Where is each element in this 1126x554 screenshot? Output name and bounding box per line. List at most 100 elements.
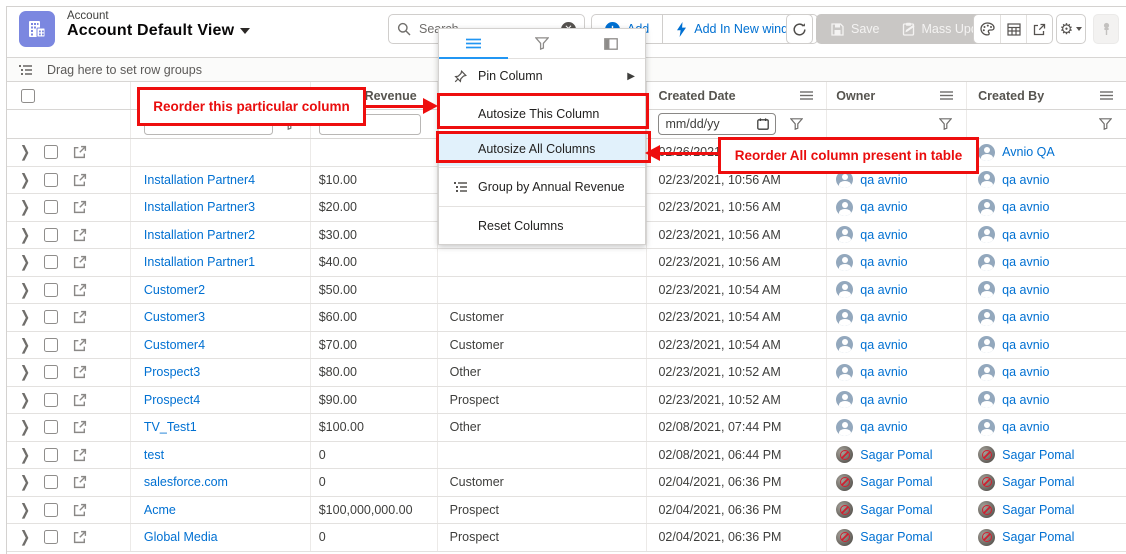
row-checkbox[interactable]: [44, 283, 58, 297]
tab-columns[interactable]: [576, 29, 645, 58]
open-record-icon[interactable]: [73, 420, 87, 434]
open-record-icon[interactable]: [73, 393, 87, 407]
owner-link[interactable]: Sagar Pomal: [860, 530, 932, 544]
owner-link[interactable]: qa avnio: [860, 393, 907, 407]
owner-link[interactable]: qa avnio: [860, 365, 907, 379]
filter-funnel-icon[interactable]: [939, 118, 952, 130]
row-checkbox[interactable]: [44, 200, 58, 214]
account-name-link[interactable]: Prospect4: [144, 393, 200, 407]
row-checkbox[interactable]: [44, 448, 58, 462]
owner-link[interactable]: qa avnio: [860, 173, 907, 187]
column-menu-icon[interactable]: [1100, 91, 1113, 100]
pin-toolbar-button[interactable]: [1093, 14, 1119, 44]
account-name-link[interactable]: Installation Partner2: [144, 228, 255, 242]
expand-chevron-icon[interactable]: ❯: [20, 171, 30, 189]
owner-link[interactable]: qa avnio: [860, 310, 907, 324]
row-checkbox[interactable]: [44, 393, 58, 407]
refresh-button[interactable]: [786, 14, 813, 44]
menu-item-reset-columns[interactable]: Reset Columns: [439, 208, 645, 244]
column-header-created-date[interactable]: Created Date: [647, 82, 827, 109]
created-by-link[interactable]: qa avnio: [1002, 173, 1049, 187]
created-by-link[interactable]: qa avnio: [1002, 393, 1049, 407]
created-by-link[interactable]: Sagar Pomal: [1002, 448, 1074, 462]
column-header-created-by[interactable]: Created By: [967, 82, 1126, 109]
row-checkbox[interactable]: [44, 228, 58, 242]
expand-chevron-icon[interactable]: ❯: [20, 281, 30, 299]
owner-link[interactable]: qa avnio: [860, 200, 907, 214]
row-checkbox[interactable]: [44, 173, 58, 187]
menu-item-group-by-annual-revenue[interactable]: Group by Annual Revenue: [439, 169, 645, 205]
open-record-icon[interactable]: [73, 228, 87, 242]
open-record-icon[interactable]: [73, 503, 87, 517]
owner-link[interactable]: qa avnio: [860, 338, 907, 352]
open-record-icon[interactable]: [73, 448, 87, 462]
column-header-owner[interactable]: Owner: [827, 82, 967, 109]
open-record-icon[interactable]: [73, 145, 87, 159]
created-by-link[interactable]: qa avnio: [1002, 310, 1049, 324]
owner-link[interactable]: Sagar Pomal: [860, 448, 932, 462]
view-selector[interactable]: Account Default View: [67, 22, 250, 40]
created-by-link[interactable]: qa avnio: [1002, 420, 1049, 434]
owner-link[interactable]: qa avnio: [860, 283, 907, 297]
created-by-link[interactable]: qa avnio: [1002, 200, 1049, 214]
row-checkbox[interactable]: [44, 338, 58, 352]
expand-chevron-icon[interactable]: ❯: [20, 501, 30, 519]
open-record-icon[interactable]: [73, 530, 87, 544]
expand-chevron-icon[interactable]: ❯: [20, 253, 30, 271]
owner-link[interactable]: qa avnio: [860, 255, 907, 269]
account-name-link[interactable]: Global Media: [144, 530, 218, 544]
row-checkbox[interactable]: [44, 365, 58, 379]
open-in-new-button[interactable]: [1026, 15, 1052, 43]
expand-chevron-icon[interactable]: ❯: [20, 308, 30, 326]
created-by-link[interactable]: Avnio QA: [1002, 145, 1055, 159]
row-checkbox[interactable]: [44, 530, 58, 544]
created-by-link[interactable]: qa avnio: [1002, 255, 1049, 269]
owner-link[interactable]: qa avnio: [860, 420, 907, 434]
expand-chevron-icon[interactable]: ❯: [20, 473, 30, 491]
row-checkbox[interactable]: [44, 310, 58, 324]
account-name-link[interactable]: TV_Test1: [144, 420, 197, 434]
expand-chevron-icon[interactable]: ❯: [20, 198, 30, 216]
created-by-link[interactable]: Sagar Pomal: [1002, 475, 1074, 489]
created-by-link[interactable]: qa avnio: [1002, 338, 1049, 352]
account-name-link[interactable]: Customer3: [144, 310, 205, 324]
save-button[interactable]: Save: [820, 22, 891, 36]
filter-funnel-icon[interactable]: [1099, 118, 1112, 130]
owner-link[interactable]: Sagar Pomal: [860, 475, 932, 489]
expand-chevron-icon[interactable]: ❯: [20, 336, 30, 354]
account-name-link[interactable]: test: [144, 448, 164, 462]
created-by-link[interactable]: Sagar Pomal: [1002, 503, 1074, 517]
expand-chevron-icon[interactable]: ❯: [20, 528, 30, 546]
created-by-link[interactable]: Sagar Pomal: [1002, 530, 1074, 544]
account-name-link[interactable]: Acme: [144, 503, 176, 517]
filter-funnel-icon[interactable]: [790, 118, 803, 130]
account-name-link[interactable]: salesforce.com: [144, 475, 228, 489]
expand-chevron-icon[interactable]: ❯: [20, 446, 30, 464]
row-checkbox[interactable]: [44, 503, 58, 517]
owner-link[interactable]: Sagar Pomal: [860, 503, 932, 517]
calendar-icon[interactable]: [757, 118, 769, 130]
open-record-icon[interactable]: [73, 255, 87, 269]
theme-palette-button[interactable]: [974, 15, 1000, 43]
account-name-link[interactable]: Installation Partner1: [144, 255, 255, 269]
select-all-checkbox[interactable]: [21, 89, 35, 103]
tab-general-menu[interactable]: [439, 29, 508, 58]
column-menu-icon[interactable]: [940, 91, 953, 100]
open-record-icon[interactable]: [73, 173, 87, 187]
tab-filter[interactable]: [508, 29, 577, 58]
created-by-link[interactable]: qa avnio: [1002, 283, 1049, 297]
row-checkbox[interactable]: [44, 255, 58, 269]
expand-chevron-icon[interactable]: ❯: [20, 143, 30, 161]
account-name-link[interactable]: Prospect3: [144, 365, 200, 379]
expand-chevron-icon[interactable]: ❯: [20, 226, 30, 244]
row-checkbox[interactable]: [44, 475, 58, 489]
row-checkbox[interactable]: [44, 145, 58, 159]
expand-chevron-icon[interactable]: ❯: [20, 391, 30, 409]
settings-dropdown-button[interactable]: ⚙: [1056, 14, 1086, 44]
account-name-link[interactable]: Customer4: [144, 338, 205, 352]
menu-item-pin-column[interactable]: Pin Column ▶: [439, 59, 645, 93]
open-record-icon[interactable]: [73, 283, 87, 297]
expand-chevron-icon[interactable]: ❯: [20, 418, 30, 436]
account-name-link[interactable]: Installation Partner3: [144, 200, 255, 214]
created-date-filter-input[interactable]: mm/dd/yy: [658, 113, 776, 135]
